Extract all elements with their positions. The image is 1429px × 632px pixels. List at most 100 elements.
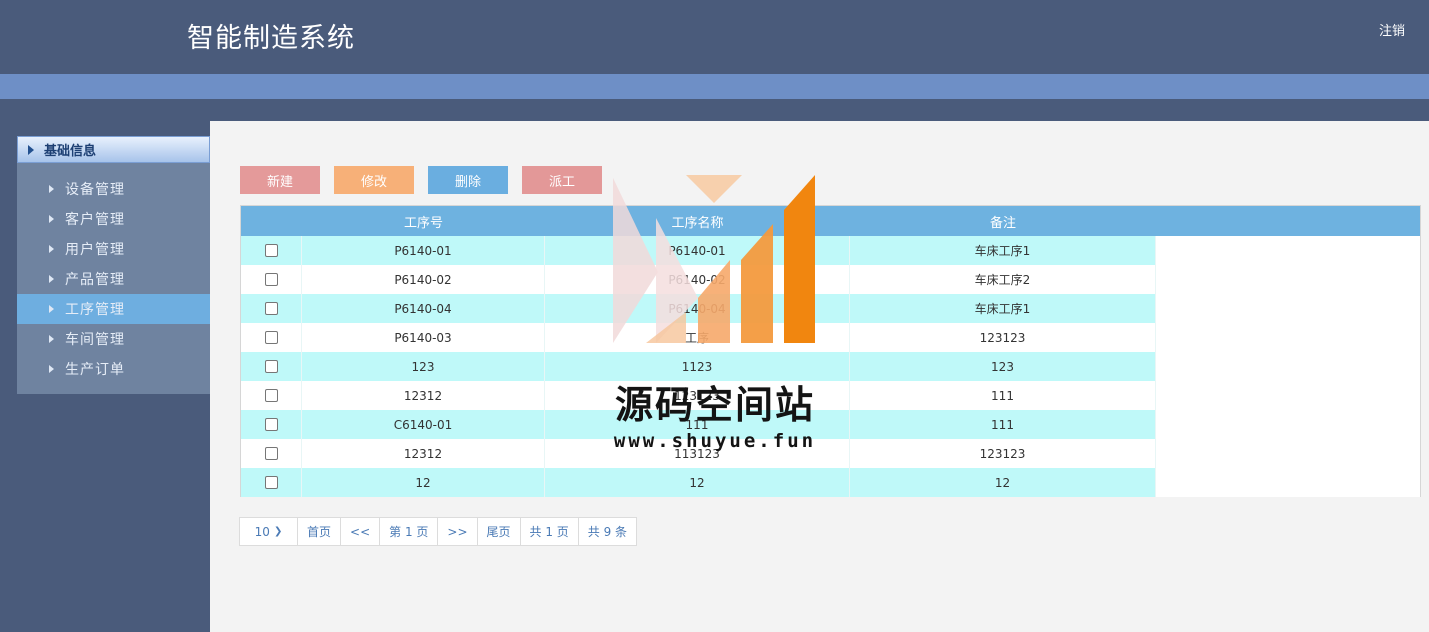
table-row[interactable]: 12312 123123 111 (241, 381, 1420, 410)
table-row[interactable]: P6140-03 工序 123123 (241, 323, 1420, 352)
first-page-button[interactable]: 首页 (298, 518, 342, 545)
table-row[interactable]: P6140-04 P6140-04 车床工序1 (241, 294, 1420, 323)
sidebar-item-label: 工序管理 (65, 302, 125, 318)
row-filler (1156, 381, 1420, 410)
triangle-right-icon (49, 245, 54, 253)
sidebar-item-equipment[interactable]: 设备管理 (17, 174, 210, 204)
edit-button[interactable]: 修改 (334, 166, 414, 194)
sidebar-group-label: 基础信息 (44, 144, 97, 159)
row-filler (1156, 236, 1420, 265)
watermark-logo (613, 175, 815, 343)
cell-process-code: P6140-04 (302, 294, 545, 323)
table-row[interactable]: P6140-01 P6140-01 车床工序1 (241, 236, 1420, 265)
prev-page-button[interactable]: << (341, 518, 381, 545)
triangle-right-icon (49, 215, 54, 223)
header-subbar (0, 74, 1429, 99)
logout-link[interactable]: 注销 (1379, 20, 1405, 39)
sidebar-item-users[interactable]: 用户管理 (17, 234, 210, 264)
row-filler (1156, 410, 1420, 439)
row-filler (1156, 265, 1420, 294)
row-filler (1156, 352, 1420, 381)
row-filler (1156, 323, 1420, 352)
table-body: P6140-01 P6140-01 车床工序1 P6140-02 P6140-02 车床工… (241, 236, 1420, 497)
pagination: 10 ❯ 首页 << 第 1 页 >> 尾页 共 1 页 共 9 条 (239, 517, 638, 546)
table-row[interactable]: C6140-01 111 111 (241, 410, 1420, 439)
table-row[interactable]: 12 12 12 (241, 468, 1420, 497)
cell-remark: 111 (850, 410, 1156, 439)
delete-button[interactable]: 删除 (428, 166, 508, 194)
cell-remark: 车床工序2 (850, 265, 1156, 294)
row-checkbox[interactable] (264, 447, 278, 460)
column-header-code[interactable]: 工序号 (302, 206, 545, 236)
triangle-right-icon (49, 335, 54, 343)
current-page-label: 第 1 页 (380, 518, 439, 545)
last-page-button[interactable]: 尾页 (478, 518, 521, 545)
sidebar-item-production-orders[interactable]: 生产订单 (17, 354, 210, 384)
cell-process-code: 12312 (302, 381, 545, 410)
row-select-cell (241, 468, 302, 497)
cell-remark: 123 (850, 352, 1156, 381)
cell-remark: 111 (850, 381, 1156, 410)
row-select-cell (241, 294, 302, 323)
page-size-select[interactable]: 10 ❯ (240, 518, 298, 545)
table-row[interactable]: 123 1123 123 (241, 352, 1420, 381)
row-checkbox[interactable] (264, 389, 278, 402)
cell-remark: 车床工序1 (850, 294, 1156, 323)
table-row[interactable]: 12312 113123 123123 (241, 439, 1420, 468)
cell-remark: 123123 (850, 439, 1156, 468)
chevron-down-icon: ❯ (273, 526, 283, 537)
watermark-text: 源码空间站 (614, 383, 815, 427)
new-button[interactable]: 新建 (240, 166, 320, 194)
row-select-cell (241, 352, 302, 381)
triangle-right-icon (49, 365, 54, 373)
row-checkbox[interactable] (264, 418, 278, 431)
row-select-cell (241, 236, 302, 265)
sidebar-item-customers[interactable]: 客户管理 (17, 204, 210, 234)
watermark-url: www.shuyue.fun (613, 430, 817, 452)
cell-process-code: C6140-01 (302, 410, 545, 439)
row-select-cell (241, 410, 302, 439)
triangle-right-icon (49, 275, 54, 283)
row-checkbox[interactable] (264, 273, 278, 286)
sidebar-item-processes[interactable]: 工序管理 (17, 294, 210, 324)
row-select-cell (241, 439, 302, 468)
table-header: 工序号 工序名称 备注 (241, 206, 1420, 236)
triangle-right-icon (28, 144, 34, 155)
row-checkbox[interactable] (264, 331, 278, 344)
cell-remark: 123123 (850, 323, 1156, 352)
process-table: 工序号 工序名称 备注 P6140-01 P6140-01 车床工序1 P6140-0… (240, 205, 1421, 497)
cell-remark: 12 (850, 468, 1156, 497)
row-checkbox[interactable] (264, 302, 278, 315)
sidebar: 基础信息 设备管理 客户管理 用户管理 产品管理 工序管理 车间管理 生产订单 (17, 136, 210, 394)
next-page-button[interactable]: >> (438, 518, 478, 545)
sidebar-item-products[interactable]: 产品管理 (17, 264, 210, 294)
sidebar-item-label: 产品管理 (65, 272, 125, 288)
sidebar-group-basic-info[interactable]: 基础信息 (17, 136, 210, 163)
row-checkbox[interactable] (264, 244, 278, 257)
header-filler (1156, 206, 1420, 236)
row-checkbox[interactable] (264, 360, 278, 373)
app-title: 智能制造系统 (187, 23, 355, 54)
sidebar-item-label: 用户管理 (65, 242, 125, 258)
cell-remark: 车床工序1 (850, 236, 1156, 265)
cell-process-code: 123 (302, 352, 545, 381)
dispatch-button[interactable]: 派工 (522, 166, 602, 194)
column-header-remark[interactable]: 备注 (850, 206, 1156, 236)
total-items-label: 共 9 条 (587, 525, 628, 539)
sidebar-list: 设备管理 客户管理 用户管理 产品管理 工序管理 车间管理 生产订单 (17, 174, 210, 384)
watermark: 源码空间站 www.shuyue.fun (600, 172, 830, 462)
sidebar-item-label: 设备管理 (65, 182, 125, 198)
row-checkbox[interactable] (264, 476, 278, 489)
row-select-cell (241, 265, 302, 294)
triangle-right-icon (49, 185, 54, 193)
cell-process-code: P6140-03 (302, 323, 545, 352)
page-size-value: 10 (254, 524, 270, 539)
sidebar-item-workshops[interactable]: 车间管理 (17, 324, 210, 354)
toolbar: 新建 修改 删除 派工 (240, 166, 602, 194)
sidebar-item-label: 车间管理 (65, 332, 125, 348)
table-row[interactable]: P6140-02 P6140-02 车床工序2 (241, 265, 1420, 294)
row-select-cell (241, 381, 302, 410)
cell-process-code: P6140-01 (302, 236, 545, 265)
total-pages-label: 共 1 页 (521, 518, 579, 545)
row-filler (1156, 468, 1420, 497)
